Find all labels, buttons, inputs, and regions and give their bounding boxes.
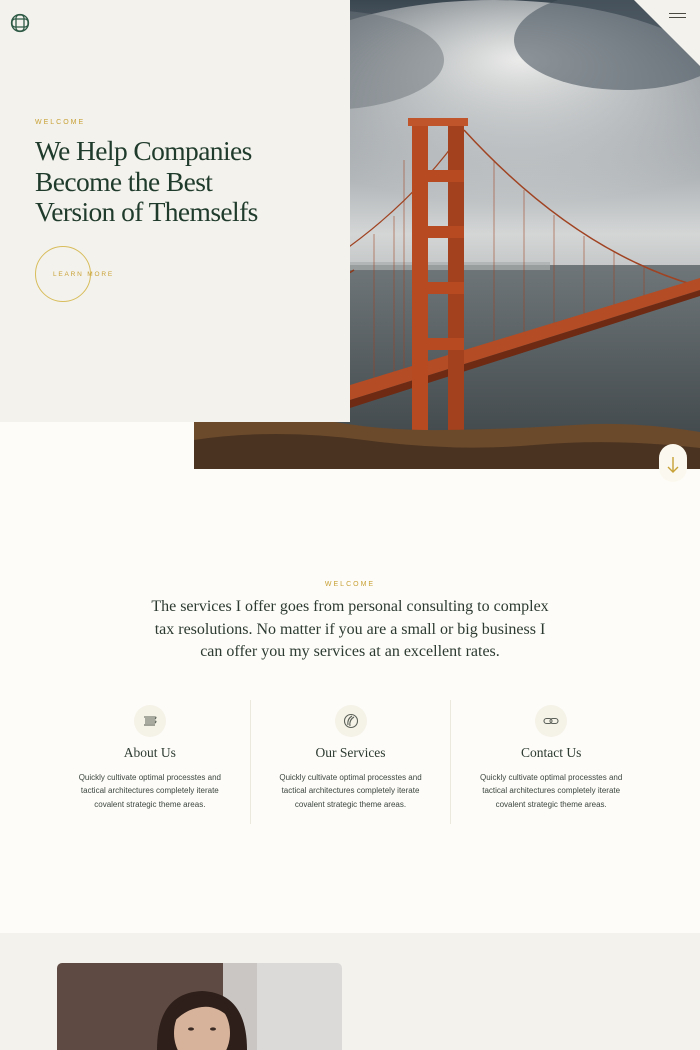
intro-text-line: tax resolutions. No matter if you are a … [154,620,546,638]
feature-description-line: Quickly cultivate optimal processtes and [78,773,221,782]
logo-knot-icon[interactable] [10,13,30,33]
intro-eyebrow: WELCOME [324,581,376,588]
chain-link-icon [535,705,568,737]
hero-eyebrow: WELCOME [35,119,86,126]
feature-description: Quickly cultivate optimal processtes and… [62,771,238,811]
hero-title: We Help Companies Become the Best Versio… [35,135,335,228]
feature-description-line: covalent strategic theme areas. [294,799,407,809]
feature-contact: Contact Us Quickly cultivate optimal pro… [450,700,651,824]
stack-lines-icon [133,705,166,737]
hamburger-icon[interactable] [664,10,690,24]
feature-description-line: tactical architectures completely iterat… [482,786,621,796]
hero-title-line: Become the Best [35,165,213,197]
feature-description-line: Quickly cultivate optimal processtes and [279,773,422,782]
feature-description-line: tactical architectures completely iterat… [281,786,420,796]
intro-text: The services I offer goes from personal … [140,596,560,664]
feature-description: Quickly cultivate optimal processtes and… [263,771,439,811]
arrow-down-icon [667,457,679,473]
hero-title-line: Version of Themselfs [35,196,258,227]
swirl-circle-icon [334,705,367,737]
hero-title-line: We Help Companies [35,135,252,166]
feature-title[interactable]: Our Services [251,745,451,761]
feature-description-line: Quickly cultivate optimal processtes and [480,773,623,782]
feature-description-line: tactical architectures completely iterat… [80,786,219,796]
feature-services: Our Services Quickly cultivate optimal p… [249,700,451,824]
feature-description-line: covalent strategic theme areas. [495,799,607,809]
portrait-photo [57,963,342,1050]
features-row: About Us Quickly cultivate optimal proce… [50,700,651,824]
learn-more-button[interactable]: LEARN MORE [35,246,112,302]
feature-about: About Us Quickly cultivate optimal proce… [50,700,250,824]
feature-description-line: covalent strategic theme areas. [94,799,206,809]
intro-text-line: The services I offer goes from personal … [151,598,549,615]
feature-title[interactable]: About Us [50,745,250,761]
intro-text-line: can offer you my services at an excellen… [200,643,500,660]
learn-more-label: LEARN MORE [53,271,114,278]
feature-title[interactable]: Contact Us [451,745,651,761]
scroll-down-button[interactable] [659,444,687,482]
feature-description: Quickly cultivate optimal processtes and… [463,771,639,811]
